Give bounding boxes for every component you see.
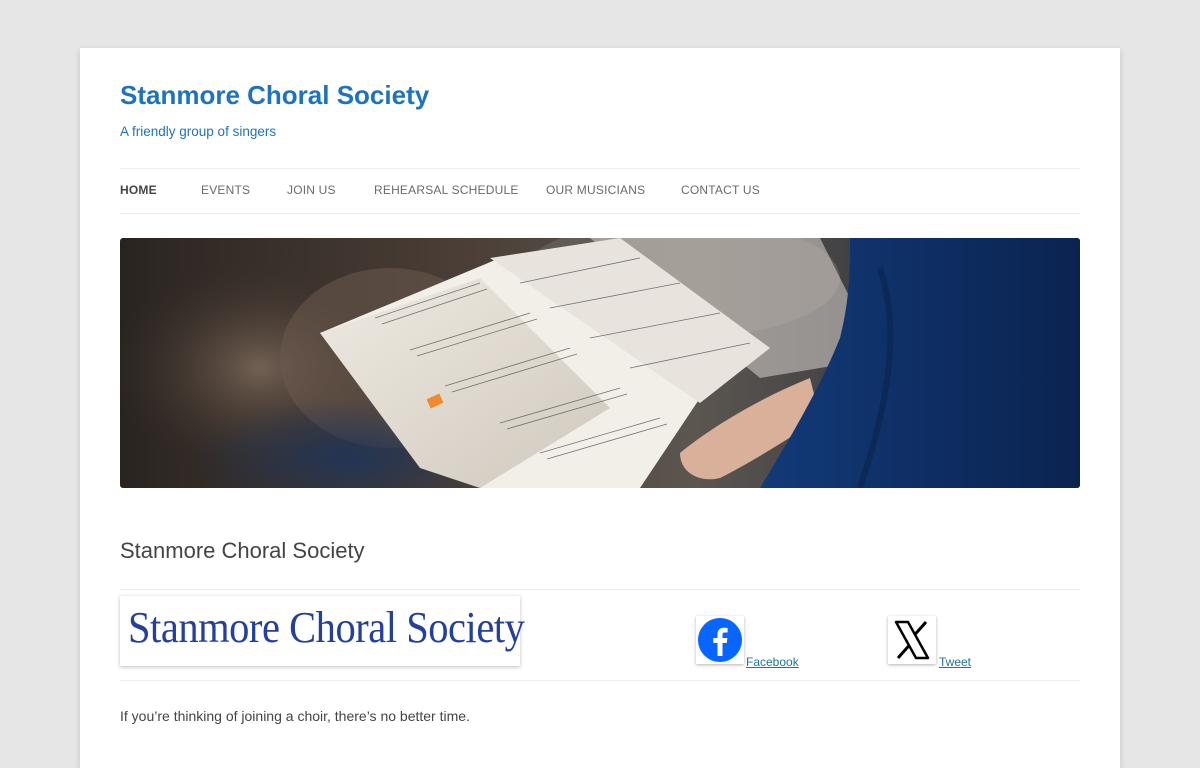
header-image	[120, 238, 1080, 488]
main-navigation: HOME EVENTS JOIN US REHEARSAL SCHEDULE O…	[120, 168, 1080, 214]
nav-item-our-musicians[interactable]: OUR MUSICIANS	[546, 183, 645, 197]
facebook-icon-graphic	[698, 618, 742, 662]
facebook-link[interactable]: Facebook	[746, 655, 799, 669]
site-title-link[interactable]: Stanmore Choral Society	[120, 80, 429, 111]
tweet-link[interactable]: Tweet	[939, 655, 971, 669]
facebook-icon[interactable]	[696, 616, 744, 664]
nav-item-home[interactable]: HOME	[120, 183, 157, 197]
intro-paragraph: If you’re thinking of joining a choir, t…	[120, 708, 470, 724]
site-tagline: A friendly group of singers	[120, 124, 277, 139]
divider	[120, 680, 1080, 681]
nav-item-events[interactable]: EVENTS	[201, 183, 250, 197]
nav-item-contact-us[interactable]: CONTACT US	[681, 183, 760, 197]
divider	[120, 589, 1080, 590]
page-title: Stanmore Choral Society	[120, 538, 365, 563]
society-logo: Stanmore Choral Society	[120, 596, 525, 666]
nav-item-join-us[interactable]: JOIN US	[287, 183, 336, 197]
page-container: Stanmore Choral Society A friendly group…	[80, 48, 1120, 768]
nav-item-rehearsal-schedule[interactable]: REHEARSAL SCHEDULE	[374, 183, 519, 197]
x-icon[interactable]	[888, 616, 936, 664]
x-icon-graphic	[894, 620, 930, 660]
logo-text: Stanmore Choral Society	[128, 603, 525, 652]
choir-sheet-music-photo	[120, 238, 1080, 488]
